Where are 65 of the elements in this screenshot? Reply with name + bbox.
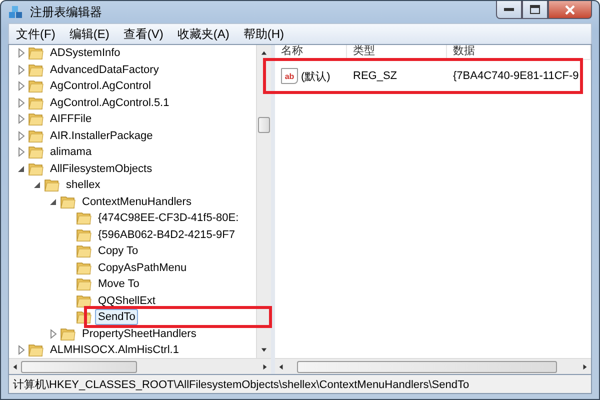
folder-icon: [76, 211, 92, 226]
folder-icon: [28, 343, 44, 358]
maximize-icon: [530, 5, 540, 14]
menu-item[interactable]: 文件(F): [9, 26, 62, 42]
tree-item[interactable]: AgControl.AgControl: [47, 78, 154, 94]
tree-item[interactable]: AIFFFile: [47, 111, 95, 128]
menu-item[interactable]: 查看(V): [116, 26, 170, 42]
string-value-icon: ab: [281, 68, 298, 84]
menu-item[interactable]: 编辑(E): [62, 26, 116, 42]
close-icon: [564, 4, 576, 14]
tree-item[interactable]: AllFilesystemObjects: [47, 160, 156, 177]
folder-icon: [76, 294, 92, 308]
folder-icon: [60, 326, 76, 341]
folder-icon: [28, 145, 44, 160]
tree-item[interactable]: QQShellExt: [95, 292, 158, 309]
folder-icon: [28, 112, 44, 126]
maximize-button[interactable]: [522, 1, 548, 19]
column-header[interactable]: 数据: [447, 45, 591, 59]
menu-item[interactable]: 帮助(H): [236, 26, 291, 42]
tree-item[interactable]: Move To: [95, 276, 142, 292]
tree-item[interactable]: ALMHISOCX.AlmHisCtrl.1: [47, 342, 182, 358]
tree-item[interactable]: AIR.InstallerPackage: [47, 128, 156, 144]
value-data: {7BA4C740-9E81-11CF-9: [453, 70, 579, 82]
folder-icon: [28, 96, 44, 110]
folder-icon: [28, 162, 44, 176]
window-title: 注册表编辑器: [30, 4, 102, 20]
tree-item[interactable]: alimama: [47, 144, 95, 160]
folder-icon: [44, 178, 60, 192]
folder-icon: [28, 46, 44, 60]
scrollbar-thumb[interactable]: [258, 117, 270, 133]
folder-icon: [76, 244, 92, 258]
column-header[interactable]: 名称: [275, 45, 347, 59]
column-header[interactable]: 类型: [347, 45, 447, 59]
folder-icon: [60, 194, 76, 209]
menu-item[interactable]: 收藏夹(A): [170, 26, 236, 42]
horizontal-scrollbar[interactable]: [275, 358, 591, 374]
value-name: (默认): [301, 70, 330, 84]
vertical-scrollbar[interactable]: [256, 45, 271, 358]
folder-icon: [76, 260, 92, 275]
folder-icon: [76, 277, 92, 292]
value-type: REG_SZ: [353, 70, 398, 82]
close-button[interactable]: [548, 1, 592, 19]
value-row[interactable]: ab (默认) REG_SZ {7BA4C740-9E81-11CF-9: [275, 66, 591, 86]
status-bar: 计算机\HKEY_CLASSES_ROOT\AllFilesystemObjects\shellex\ContextMenuHandlers\SendTo: [8, 375, 592, 394]
scrollbar-thumb[interactable]: [297, 360, 557, 372]
tree-item[interactable]: {596AB062-B4D2-4215-9F7: [95, 226, 238, 243]
tree-item[interactable]: ADSystemInfo: [47, 45, 124, 62]
horizontal-scrollbar[interactable]: [9, 358, 271, 374]
tree-item[interactable]: shellex: [63, 177, 104, 194]
folder-icon: [28, 128, 44, 143]
tree-item[interactable]: AgControl.AgControl.5.1: [47, 94, 172, 111]
folder-icon: [28, 79, 44, 94]
tree-item[interactable]: ContextMenuHandlers: [79, 194, 194, 210]
minimize-button[interactable]: [496, 1, 522, 19]
tree-item[interactable]: Copy To: [95, 243, 142, 260]
registry-cubes-icon: [8, 4, 24, 20]
tree-item[interactable]: PropertySheetHandlers: [79, 326, 200, 342]
tree-item[interactable]: SendTo: [95, 309, 138, 326]
folder-icon: [76, 228, 92, 242]
tree-item[interactable]: CopyAsPathMenu: [95, 260, 190, 276]
tree-item[interactable]: {474C98EE-CF3D-41f5-80E:: [95, 210, 242, 226]
tree-item[interactable]: AdvancedDataFactory: [47, 62, 162, 78]
minimize-icon: [504, 8, 514, 12]
folder-icon: [28, 62, 44, 77]
scrollbar-thumb[interactable]: [21, 360, 137, 372]
